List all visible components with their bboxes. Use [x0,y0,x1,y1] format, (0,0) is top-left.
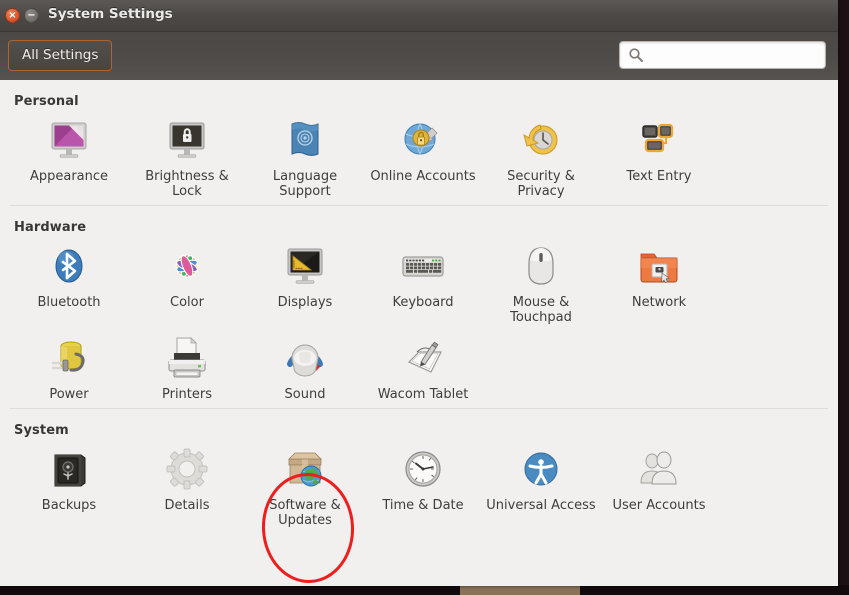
online-accounts-icon [399,116,447,164]
settings-item-keyboard[interactable]: Keyboard [364,239,482,331]
section-title-hardware: Hardware [14,220,87,235]
universal-access-icon [517,445,565,493]
settings-item-label: Online Accounts [370,169,476,184]
text-entry-icon [635,116,683,164]
search-box[interactable] [619,41,826,70]
settings-item-label: Time & Date [382,498,464,513]
settings-item-appearance[interactable]: Appearance [10,113,128,205]
section-grid-hardware: Bluetooth Color Displays Keyboard Mouse … [10,239,828,408]
settings-item-label: Bluetooth [37,295,101,310]
mouse-touchpad-icon [517,242,565,290]
settings-item-label: Universal Access [486,498,596,513]
minimize-icon[interactable]: − [24,8,39,23]
settings-item-network[interactable]: Network [600,239,718,331]
settings-item-brightness-lock[interactable]: Brightness & Lock [128,113,246,205]
printers-icon [163,334,211,382]
displays-icon [281,242,329,290]
settings-item-mouse-touchpad[interactable]: Mouse & Touchpad [482,239,600,331]
settings-content: Personal Appearance Brightness & Lock La… [0,80,838,586]
settings-item-displays[interactable]: Displays [246,239,364,331]
brightness-lock-icon [163,116,211,164]
settings-item-color[interactable]: Color [128,239,246,331]
settings-item-label: Power [49,387,89,402]
settings-item-label: Displays [277,295,333,310]
time-date-icon [399,445,447,493]
settings-item-sound[interactable]: Sound [246,331,364,408]
software-updates-icon [281,445,329,493]
security-privacy-icon [517,116,565,164]
settings-item-label: Backups [41,498,97,513]
settings-item-label: User Accounts [612,498,706,513]
network-icon [635,242,683,290]
section-grid-personal: Appearance Brightness & Lock Language Su… [10,113,828,205]
user-accounts-icon [635,445,683,493]
settings-item-label: Brightness & Lock [145,169,229,199]
search-icon [628,47,644,67]
settings-item-label: Printers [161,387,213,402]
settings-item-universal-access[interactable]: Universal Access [482,442,600,534]
section-grid-system: Backups Details Software & Updates Time … [10,442,828,534]
section-title-system: System [14,423,69,438]
minimize-glyph: − [27,9,36,21]
settings-item-backups[interactable]: Backups [10,442,128,534]
settings-item-label: Keyboard [392,295,454,310]
all-settings-button[interactable]: All Settings [8,40,113,71]
backups-icon [45,445,93,493]
settings-item-label: Software & Updates [269,498,341,528]
settings-item-time-date[interactable]: Time & Date [364,442,482,534]
section-hardware: Hardware Bluetooth Color Displays Keyboa… [10,205,828,408]
settings-item-label: Mouse & Touchpad [510,295,572,325]
window-titlebar: × − System Settings [0,0,838,32]
settings-item-label: Network [631,295,687,310]
settings-item-label: Text Entry [626,169,692,184]
settings-item-label: Language Support [272,169,338,199]
window-title: System Settings [48,6,173,22]
desktop-taskbar-thumbnail [460,585,580,595]
wacom-tablet-icon [399,334,447,382]
bluetooth-icon [45,242,93,290]
settings-item-details[interactable]: Details [128,442,246,534]
settings-item-security-privacy[interactable]: Security & Privacy [482,113,600,205]
settings-item-label: Security & Privacy [507,169,575,199]
settings-item-text-entry[interactable]: Text Entry [600,113,718,205]
settings-item-label: Details [164,498,210,513]
sound-icon [281,334,329,382]
settings-item-label: Wacom Tablet [377,387,469,402]
settings-item-software-updates[interactable]: Software & Updates [246,442,364,534]
section-personal: Personal Appearance Brightness & Lock La… [10,80,828,205]
language-support-icon [281,116,329,164]
settings-item-label: Sound [284,387,326,402]
color-icon [163,242,211,290]
settings-item-language-support[interactable]: Language Support [246,113,364,205]
settings-item-wacom-tablet[interactable]: Wacom Tablet [364,331,482,408]
settings-item-power[interactable]: Power [10,331,128,408]
system-settings-window: × − System Settings All Settings Persona… [0,0,838,586]
details-icon [163,445,211,493]
section-title-personal: Personal [14,94,79,109]
desktop-bottom-strip [0,585,849,595]
settings-item-user-accounts[interactable]: User Accounts [600,442,718,534]
keyboard-icon [399,242,447,290]
appearance-icon [45,116,93,164]
close-icon[interactable]: × [5,8,20,23]
settings-item-printers[interactable]: Printers [128,331,246,408]
settings-item-online-accounts[interactable]: Online Accounts [364,113,482,205]
settings-item-label: Appearance [29,169,109,184]
power-icon [45,334,93,382]
section-system: System Backups Details Software & Update… [10,408,828,534]
settings-item-label: Color [170,295,204,310]
close-glyph: × [8,9,17,21]
window-toolbar: All Settings [0,32,838,81]
settings-item-bluetooth[interactable]: Bluetooth [10,239,128,331]
search-input[interactable] [650,42,819,70]
